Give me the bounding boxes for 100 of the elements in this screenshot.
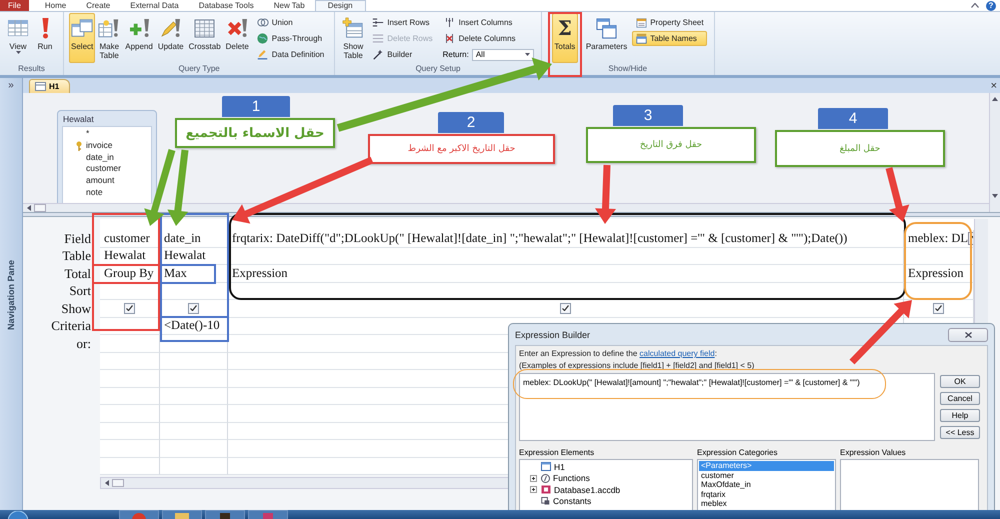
list-item[interactable]: MaxOfdate_in [699, 480, 834, 490]
grid-cell[interactable]: <Date()-10 [164, 319, 220, 332]
checkbox[interactable] [560, 302, 571, 314]
ribbon-button[interactable]: Delete Columns [440, 31, 534, 46]
close-button[interactable]: × [988, 80, 1000, 92]
ribbon-button[interactable]: Make Table [96, 13, 122, 63]
empty-cell[interactable] [100, 440, 160, 458]
link[interactable]: calculated query field [640, 349, 715, 358]
ribbon-button[interactable]: Parameters [584, 13, 630, 63]
scroll-thumb[interactable] [34, 204, 46, 212]
dialog-button[interactable]: Help [940, 409, 980, 422]
field-name[interactable]: invoice [86, 140, 112, 152]
empty-cell[interactable] [160, 405, 228, 422]
ribbon-tab[interactable]: Database Tools [188, 0, 264, 11]
expand-icon[interactable] [530, 486, 537, 494]
field-name[interactable]: date_in [86, 152, 114, 163]
empty-cell[interactable] [160, 422, 228, 440]
taskbar-button[interactable] [205, 510, 245, 519]
ribbon-button[interactable]: Σ Totals [552, 13, 578, 63]
ribbon-button[interactable]: Pass-Through [254, 31, 328, 46]
document-tab[interactable]: H1 [29, 79, 70, 93]
caret-icon[interactable] [971, 3, 979, 8]
checkbox[interactable] [124, 302, 135, 314]
dialog-button[interactable]: Cancel [940, 392, 980, 405]
empty-cell[interactable] [100, 458, 160, 475]
ribbon-tab[interactable]: Design [314, 0, 366, 12]
return-dropdown[interactable]: All [472, 48, 534, 60]
list-item[interactable]: frqtarix [699, 490, 834, 499]
empty-cell[interactable] [160, 458, 228, 475]
ribbon-button[interactable]: Crosstab [186, 13, 223, 63]
ribbon-button[interactable]: Select [69, 13, 96, 63]
empty-cell[interactable] [100, 370, 160, 388]
list-item[interactable]: meblex [699, 499, 834, 508]
expression-field[interactable]: meblex: DLookUp(" [Hewalat]![amount] ";"hewalat";" [Hewalat]![customer] ='" & [customer] & "'") [519, 373, 935, 441]
arrow-icon[interactable] [992, 194, 998, 198]
ribbon-button[interactable]: Delete [224, 13, 251, 63]
field-name[interactable]: note [86, 186, 103, 198]
tree-item[interactable]: Functions [553, 473, 590, 484]
grid-cell[interactable]: Hewalat [164, 249, 206, 262]
ribbon-tab[interactable]: New Tab [264, 0, 315, 11]
grid-cell[interactable]: Hewalat [104, 249, 146, 262]
tree-item[interactable]: H1 [554, 462, 565, 472]
grid-cell[interactable]: date_in [164, 232, 201, 245]
empty-cell[interactable] [100, 422, 160, 440]
ribbon-button[interactable]: Run [32, 13, 58, 63]
empty-cell[interactable] [228, 282, 904, 300]
ribbon-tab[interactable]: Home [34, 0, 76, 11]
ribbon-button[interactable]: Show Table [340, 13, 366, 63]
tree-item[interactable]: Constants [553, 496, 592, 506]
ribbon-tab[interactable]: External Data [120, 0, 189, 11]
ribbon-button[interactable]: Union [254, 15, 328, 30]
ribbon-button[interactable]: Insert Columns [440, 15, 534, 30]
list-item[interactable]: customer [699, 470, 834, 480]
checkbox[interactable] [188, 302, 199, 314]
close-button[interactable] [948, 328, 988, 342]
ribbon-button[interactable]: Insert Rows [369, 15, 436, 30]
help-button[interactable]: ? [986, 0, 996, 10]
ribbon-tab[interactable]: Create [76, 0, 120, 11]
empty-cell[interactable] [100, 352, 160, 370]
empty-cell[interactable] [904, 248, 974, 265]
ribbon-button[interactable]: Property Sheet [632, 15, 707, 30]
field-name[interactable]: customer [86, 163, 121, 174]
grid-cell[interactable]: customer [104, 232, 150, 245]
grid-cell[interactable]: Max [164, 266, 187, 280]
file-tab[interactable]: File [0, 0, 29, 11]
scrollbar[interactable] [23, 203, 989, 212]
taskbar-button[interactable] [162, 510, 202, 519]
field-name[interactable]: * [86, 128, 90, 140]
empty-cell[interactable] [160, 352, 228, 370]
empty-cell[interactable] [100, 405, 160, 422]
ribbon-button[interactable]: Append [123, 13, 155, 63]
pane-title[interactable]: Navigation Pane [6, 260, 16, 330]
ribbon-button[interactable]: Table Names [632, 31, 707, 46]
ribbon-button[interactable]: Update [156, 13, 186, 63]
scroll-thumb[interactable] [112, 479, 124, 487]
ribbon-button[interactable]: Builder [369, 47, 436, 62]
empty-cell[interactable] [228, 248, 904, 265]
ribbon-button[interactable]: Data Definition [254, 47, 328, 62]
empty-cell[interactable] [160, 440, 228, 458]
empty-cell[interactable] [904, 282, 974, 300]
grid-cell[interactable]: meblex: DL [908, 232, 968, 245]
dialog-button[interactable]: << Less [940, 426, 980, 439]
checkbox[interactable] [933, 302, 944, 314]
arrow-icon[interactable] [27, 205, 31, 211]
scrollbar[interactable] [989, 93, 1000, 212]
grid-cell[interactable]: frqtarix: DateDiff("d";DLookUp(" [Hewalat]![date_in] ";"hewalat";" [Hewalat]![customer] ='" & [customer] & "'");Date()) [232, 232, 848, 245]
field-name[interactable]: amount [86, 175, 114, 186]
tree-item[interactable]: Database1.accdb [554, 484, 620, 495]
ribbon-button[interactable]: View [5, 13, 31, 63]
grid-cell[interactable]: Expression [908, 266, 964, 280]
empty-cell[interactable] [160, 388, 228, 405]
arrow-icon[interactable] [105, 480, 109, 486]
empty-cell[interactable] [100, 335, 160, 352]
grid-cell[interactable]: Group By [104, 266, 154, 280]
grid-cell[interactable]: Expression [232, 266, 288, 280]
start-orb-icon[interactable] [8, 511, 28, 519]
expand-button[interactable]: » [8, 80, 14, 92]
empty-cell[interactable] [160, 370, 228, 388]
dialog-button[interactable]: OK [940, 375, 980, 388]
arrow-icon[interactable] [992, 97, 998, 101]
